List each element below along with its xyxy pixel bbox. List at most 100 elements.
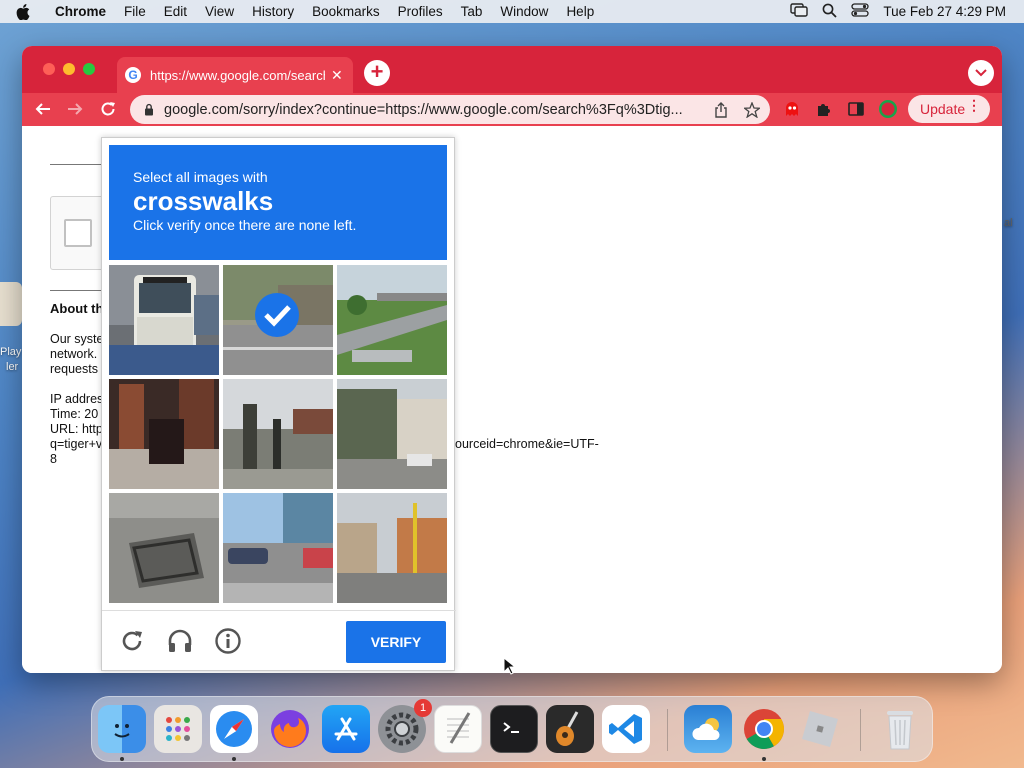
dock-running-indicator [120,757,124,761]
dock-garageband-icon[interactable] [546,705,594,753]
top-divider [50,164,102,165]
challenge-footer: VERIFY [102,610,456,672]
spotlight-search-icon[interactable] [822,3,838,21]
tab-title: https://www.google.com/search?q=tiger [150,67,325,83]
close-window-button[interactable] [43,63,55,75]
url-tail: ourceid=chrome&ie=UTF- [455,437,599,451]
chevron-down-icon [975,69,987,77]
audio-challenge-icon[interactable] [166,627,194,655]
google-favicon-icon: G [125,67,141,83]
active-tab[interactable]: G https://www.google.com/search?q=tiger … [117,57,353,93]
dock-running-indicator [232,757,236,761]
dock-separator [860,709,861,751]
tab-strip: G https://www.google.com/search?q=tiger … [22,46,1002,93]
reload-icon[interactable] [97,98,119,120]
desktop-icon-partial[interactable] [0,282,22,326]
dock-finder-icon[interactable] [98,705,146,753]
image-tile[interactable] [337,265,447,375]
dock-app-store-icon[interactable] [322,705,370,753]
image-tile[interactable] [109,379,219,489]
notification-badge: 1 [414,699,432,717]
tab-close-icon[interactable]: ✕ [331,67,343,84]
menu-history[interactable]: History [243,4,303,19]
extensions-puzzle-icon[interactable] [813,98,835,120]
address-bar[interactable]: google.com/sorry/index?continue=https://… [130,95,770,124]
time-line: Time: 20 [50,407,99,421]
desktop-label-al: al [1004,217,1013,229]
menu-bookmarks[interactable]: Bookmarks [303,4,389,19]
image-grid [109,265,449,605]
dock-roblox-icon[interactable] [796,705,844,753]
dock-separator [667,709,668,751]
side-panel-icon[interactable] [845,98,867,120]
dock-weather-icon[interactable] [684,705,732,753]
macos-menubar: Chrome File Edit View History Bookmarks … [0,0,1024,23]
about-heading: About th [50,301,104,316]
dock-vscode-icon[interactable] [602,705,650,753]
new-tab-button[interactable]: + [364,60,390,86]
dock-chrome-icon[interactable] [740,705,788,753]
image-tile[interactable] [109,265,219,375]
recaptcha-challenge: Select all images with crosswalks Click … [101,137,456,672]
menu-tab[interactable]: Tab [452,4,492,19]
reload-challenge-icon[interactable] [118,627,146,655]
desktop-label-ler: ler [6,361,19,373]
share-icon[interactable] [714,101,728,118]
image-tile[interactable] [223,493,333,603]
dock-running-indicator [762,757,766,761]
zoom-window-button[interactable] [83,63,95,75]
body-line-3: requests [50,362,98,376]
dock-safari-icon[interactable] [210,705,258,753]
dock-trash-icon[interactable] [876,705,924,753]
update-label: Update [920,101,966,117]
dock-terminal-icon[interactable] [490,705,538,753]
back-arrow-icon[interactable] [32,98,54,120]
ip-address-line: IP addres [50,392,104,406]
bookmark-star-icon[interactable] [744,101,760,118]
dock-launchpad-icon[interactable] [154,705,202,753]
challenge-header: Select all images with crosswalks Click … [109,145,447,260]
tab-search-button[interactable] [968,60,994,86]
dock-firefox-icon[interactable] [266,705,314,753]
menu-view[interactable]: View [196,4,243,19]
mouse-pointer-icon [503,657,515,675]
image-tile-selected[interactable] [223,265,333,375]
challenge-target: crosswalks [133,186,274,216]
info-icon[interactable] [214,627,242,655]
desktop-label-play: Play [0,346,22,358]
forward-arrow-icon[interactable] [64,98,86,120]
recaptcha-checkbox[interactable] [64,219,92,247]
image-tile[interactable] [337,493,447,603]
profile-avatar[interactable] [877,98,899,120]
challenge-hint: Click verify once there are none left. [133,217,357,233]
verify-button[interactable]: VERIFY [346,621,446,663]
lock-icon[interactable] [144,103,154,116]
menu-file[interactable]: File [115,4,155,19]
menu-app-name[interactable]: Chrome [46,4,115,19]
dock-textedit-icon[interactable] [434,705,482,753]
menubar-clock[interactable]: Tue Feb 27 4:29 PM [883,4,1006,19]
body-line-2: network. [50,347,98,361]
menu-profiles[interactable]: Profiles [389,4,452,19]
image-tile[interactable] [223,379,333,489]
menu-window[interactable]: Window [491,4,557,19]
menu-help[interactable]: Help [557,4,603,19]
apple-menu-icon[interactable] [0,3,46,20]
macos-dock: 1 [91,696,933,762]
menu-edit[interactable]: Edit [155,4,196,19]
extension-pacman-icon[interactable] [781,98,803,120]
more-menu-icon[interactable]: ⋮ [967,97,981,114]
minimize-window-button[interactable] [63,63,75,75]
dock-system-settings-icon[interactable]: 1 [378,699,432,753]
update-button[interactable]: Update ⋮ [908,95,990,123]
url-line-3: 8 [50,452,57,466]
body-line-1: Our syste [50,332,104,346]
challenge-instruction: Select all images with [133,169,268,185]
image-tile[interactable] [337,379,447,489]
control-center-icon[interactable] [851,3,870,20]
image-tile[interactable] [109,493,219,603]
url-line: URL: http [50,422,103,436]
browser-toolbar: google.com/sorry/index?continue=https://… [22,93,1002,126]
screen-mirroring-icon[interactable] [790,3,809,20]
url-line-2: q=tiger+v [50,437,103,451]
